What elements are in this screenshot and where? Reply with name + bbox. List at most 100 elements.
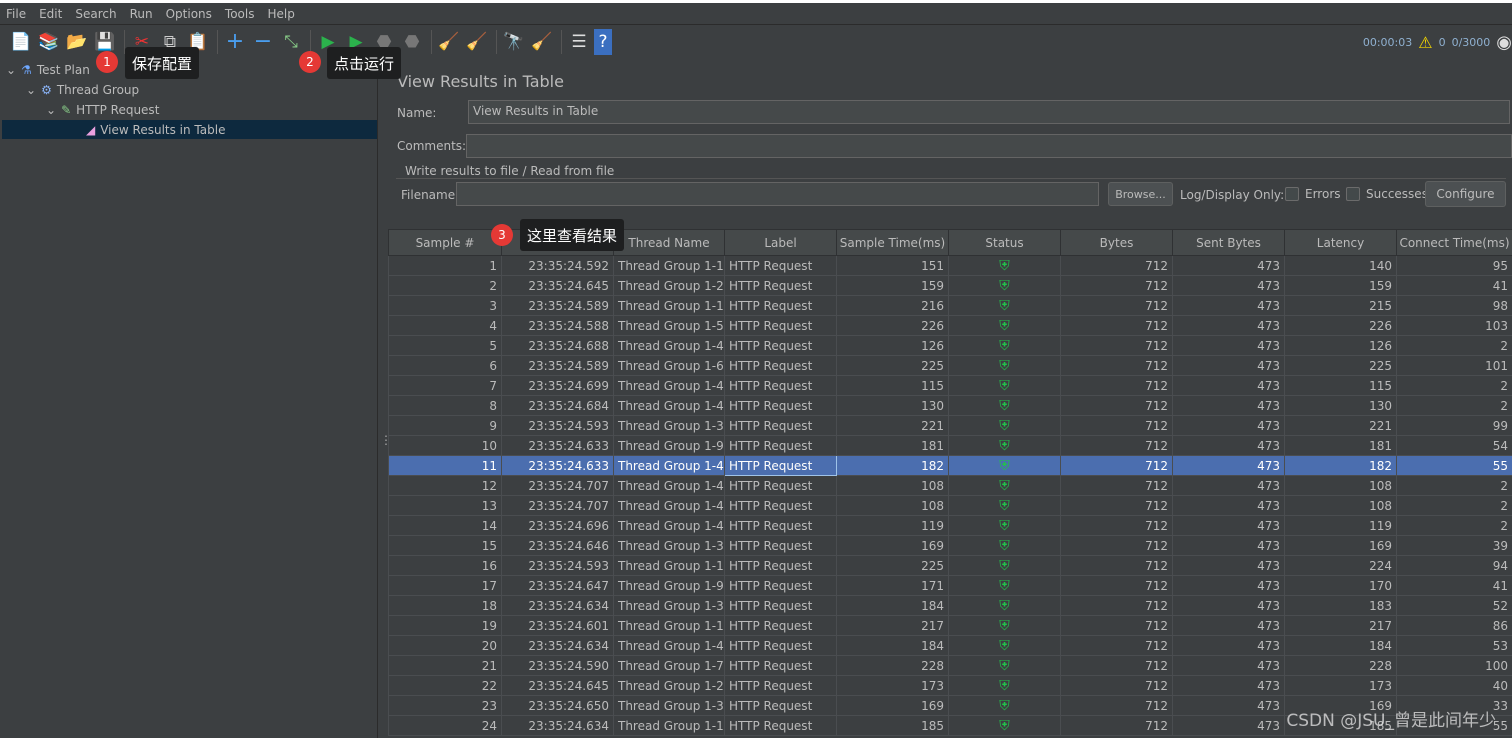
menu-help[interactable]: Help — [267, 7, 294, 21]
table-cell[interactable]: 183 — [1284, 595, 1397, 616]
shutdown-icon[interactable]: ⬣ — [399, 29, 425, 55]
success-shield-icon[interactable]: ⛨ — [948, 575, 1061, 596]
tree-item-test-plan[interactable]: ⌄ ⚗ Test Plan — [6, 60, 90, 80]
table-cell[interactable]: 184 — [836, 635, 949, 656]
success-shield-icon[interactable]: ⛨ — [948, 355, 1061, 376]
table-cell[interactable]: 108 — [836, 475, 949, 496]
table-cell[interactable]: 119 — [836, 515, 949, 536]
table-cell[interactable]: 108 — [836, 495, 949, 516]
table-cell[interactable]: 23:35:24.684 — [501, 395, 614, 416]
table-cell[interactable]: 225 — [836, 355, 949, 376]
table-cell[interactable]: 119 — [1284, 515, 1397, 536]
table-cell[interactable]: 473 — [1172, 515, 1285, 536]
success-shield-icon[interactable]: ⛨ — [948, 535, 1061, 556]
table-cell[interactable]: 712 — [1060, 555, 1173, 576]
table-row[interactable]: 13 23:35:24.707 Thread Group 1-4... HTTP Re… — [388, 495, 1512, 516]
table-cell[interactable]: 226 — [1284, 315, 1397, 336]
table-cell[interactable]: Thread Group 1-4... — [613, 335, 725, 356]
table-cell[interactable]: 126 — [836, 335, 949, 356]
table-cell[interactable]: 473 — [1172, 575, 1285, 596]
tree-item-thread-group[interactable]: ⌄ ⚙ Thread Group — [26, 80, 139, 100]
reset-search-icon[interactable]: 🧹 — [529, 29, 555, 55]
table-cell[interactable]: 221 — [836, 415, 949, 436]
column-header[interactable]: Sample # — [388, 229, 502, 256]
table-cell[interactable]: 99 — [1396, 415, 1512, 436]
table-cell[interactable]: Thread Group 1-62 — [613, 355, 725, 376]
table-cell[interactable]: 712 — [1060, 495, 1173, 516]
clear-all-icon[interactable]: 🧹 — [464, 29, 490, 55]
table-cell[interactable]: 473 — [1172, 475, 1285, 496]
table-cell[interactable]: 712 — [1060, 595, 1173, 616]
table-cell[interactable]: 184 — [1284, 635, 1397, 656]
table-cell[interactable]: 473 — [1172, 435, 1285, 456]
table-cell[interactable]: 7 — [388, 375, 502, 396]
table-cell[interactable]: 182 — [1284, 455, 1397, 476]
table-cell[interactable]: Thread Group 1-3... — [613, 595, 725, 616]
table-cell[interactable]: HTTP Request — [724, 535, 837, 556]
templates-icon[interactable]: 📚 — [36, 29, 62, 55]
table-cell[interactable]: 10 — [388, 435, 502, 456]
table-cell[interactable]: 95 — [1396, 255, 1512, 276]
tree-item-http-request[interactable]: ⌄ ✎ HTTP Request — [46, 100, 159, 120]
chevron-down-icon[interactable]: ⌄ — [46, 103, 56, 117]
table-cell[interactable]: 4 — [388, 315, 502, 336]
table-cell[interactable]: 215 — [1284, 295, 1397, 316]
menu-run[interactable]: Run — [130, 7, 153, 21]
menu-file[interactable]: File — [6, 7, 26, 21]
binoculars-icon[interactable]: 🔭 — [501, 29, 527, 55]
table-cell[interactable]: 473 — [1172, 615, 1285, 636]
table-row[interactable]: 12 23:35:24.707 Thread Group 1-4... HTTP Re… — [388, 475, 1512, 496]
table-row[interactable]: 16 23:35:24.593 Thread Group 1-1... HTTP Re… — [388, 555, 1512, 576]
table-cell[interactable]: 159 — [1284, 275, 1397, 296]
table-cell[interactable]: 712 — [1060, 295, 1173, 316]
success-shield-icon[interactable]: ⛨ — [948, 615, 1061, 636]
table-cell[interactable]: Thread Group 1-7 — [613, 655, 725, 676]
table-cell[interactable]: 2 — [1396, 475, 1512, 496]
success-shield-icon[interactable]: ⛨ — [948, 315, 1061, 336]
table-cell[interactable]: Thread Group 1-96 — [613, 575, 725, 596]
table-cell[interactable]: 712 — [1060, 395, 1173, 416]
table-cell[interactable]: 23:35:24.645 — [501, 675, 614, 696]
table-cell[interactable]: HTTP Request — [724, 415, 837, 436]
chevron-down-icon[interactable]: ⌄ — [26, 83, 36, 97]
table-cell[interactable]: 23:35:24.645 — [501, 275, 614, 296]
table-cell[interactable]: 18 — [388, 595, 502, 616]
table-cell[interactable]: 216 — [836, 295, 949, 316]
table-cell[interactable]: 23:35:24.647 — [501, 575, 614, 596]
table-cell[interactable]: 2 — [1396, 395, 1512, 416]
table-cell[interactable]: 712 — [1060, 575, 1173, 596]
table-cell[interactable]: 185 — [836, 715, 949, 736]
table-row[interactable]: 1 23:35:24.592 Thread Group 1-1... HTTP Req… — [388, 255, 1512, 276]
table-cell[interactable]: 225 — [836, 555, 949, 576]
column-header[interactable]: Latency — [1284, 229, 1397, 256]
table-cell[interactable]: 712 — [1060, 415, 1173, 436]
table-cell[interactable]: Thread Group 1-4... — [613, 455, 725, 476]
table-cell[interactable]: HTTP Request — [724, 275, 837, 296]
table-cell[interactable]: 173 — [836, 675, 949, 696]
table-cell[interactable]: 9 — [388, 415, 502, 436]
table-cell[interactable]: Thread Group 1-95 — [613, 435, 725, 456]
table-cell[interactable]: 473 — [1172, 455, 1285, 476]
table-cell[interactable]: 217 — [836, 615, 949, 636]
table-cell[interactable]: 126 — [1284, 335, 1397, 356]
table-cell[interactable]: HTTP Request — [724, 595, 837, 616]
table-cell[interactable]: Thread Group 1-4... — [613, 515, 725, 536]
table-cell[interactable]: 2 — [1396, 515, 1512, 536]
table-cell[interactable]: 217 — [1284, 615, 1397, 636]
table-cell[interactable]: 23:35:24.592 — [501, 255, 614, 276]
table-cell[interactable]: HTTP Request — [724, 675, 837, 696]
table-cell[interactable]: 473 — [1172, 275, 1285, 296]
table-cell[interactable]: 473 — [1172, 555, 1285, 576]
function-helper-icon[interactable]: ☰ — [566, 29, 592, 55]
success-shield-icon[interactable]: ⛨ — [948, 435, 1061, 456]
table-cell[interactable]: HTTP Request — [724, 355, 837, 376]
column-header[interactable]: Thread Name — [613, 229, 725, 256]
success-shield-icon[interactable]: ⛨ — [948, 255, 1061, 276]
table-cell[interactable]: Thread Group 1-4... — [613, 375, 725, 396]
clear-icon[interactable]: 🧹 — [436, 29, 462, 55]
table-cell[interactable]: Thread Group 1-4... — [613, 475, 725, 496]
table-cell[interactable]: 473 — [1172, 495, 1285, 516]
table-row[interactable]: 8 23:35:24.684 Thread Group 1-4... HTTP Req… — [388, 395, 1512, 416]
table-cell[interactable]: 169 — [836, 695, 949, 716]
table-cell[interactable]: 22 — [388, 675, 502, 696]
